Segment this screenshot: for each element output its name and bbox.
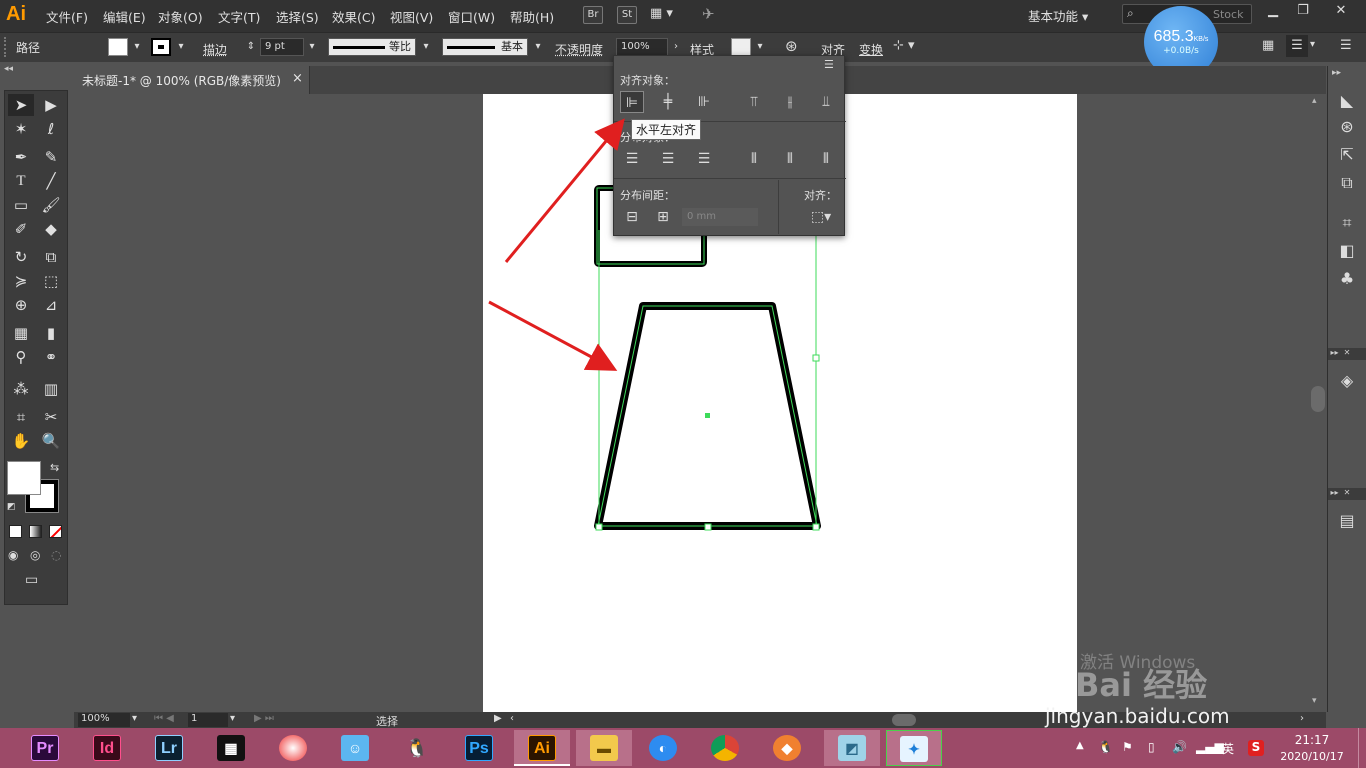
taskbar-chat-app[interactable]: ☺ xyxy=(330,730,380,766)
photoshop-icon: Ps xyxy=(465,735,493,761)
bird-icon: ✦ xyxy=(900,736,928,762)
baidu-watermark: Bai 经验 xyxy=(1075,666,1208,704)
transparency-icon[interactable]: ⧉ xyxy=(1336,172,1358,194)
first-artboard-icon[interactable]: ⏮ ◀ xyxy=(154,713,174,724)
tray-flag-icon[interactable]: ⚑ xyxy=(1122,740,1133,754)
appearance-icon[interactable]: ⊛ xyxy=(1336,116,1358,138)
premiere-icon: Pr xyxy=(31,735,59,761)
panel-group-header-2[interactable]: ▸▸ ✕ xyxy=(1328,488,1366,500)
tray-qq-icon[interactable]: 🐧 xyxy=(1098,740,1113,754)
scroll-right-icon[interactable]: › xyxy=(1300,713,1304,724)
taskbar-browser-360[interactable] xyxy=(268,730,318,766)
windows-taskbar: Pr Id Lr ▦ ☺ 🐧 Ps Ai ▬ ◐ ◆ ◩ ✦ ▲ 🐧 ⚑ ▯ 🔊… xyxy=(0,728,1366,768)
tray-volume-icon[interactable]: 🔊 xyxy=(1172,740,1187,754)
taskbar-qq[interactable]: 🐧 xyxy=(392,730,442,766)
indesign-icon: Id xyxy=(93,735,121,761)
chrome-icon xyxy=(711,735,739,761)
folder-icon: ▬ xyxy=(590,735,618,761)
taskbar-lightroom[interactable]: Lr xyxy=(144,730,194,766)
baidu-url-watermark: jingyan.baidu.com xyxy=(1045,704,1230,728)
taskbar-illustrator[interactable]: Ai xyxy=(514,730,570,766)
tray-expand-icon[interactable]: ▲ xyxy=(1076,740,1084,751)
links-icon[interactable]: ⇱ xyxy=(1336,144,1358,166)
clock-time[interactable]: 21:17 xyxy=(1282,733,1342,747)
taskbar-screenshot-app[interactable]: ✦ xyxy=(886,730,942,766)
horizontal-scroll-thumb[interactable] xyxy=(892,714,916,726)
search-app-icon: ◐ xyxy=(649,735,677,761)
zoom-dropdown-icon[interactable]: ▾ xyxy=(132,713,137,724)
qq-icon: 🐧 xyxy=(405,738,429,758)
chat-app-icon: ☺ xyxy=(341,735,369,761)
layers-icon[interactable]: ◈ xyxy=(1336,370,1358,392)
show-desktop-button[interactable] xyxy=(1358,728,1366,768)
scroll-left-icon[interactable]: ‹ xyxy=(510,713,514,724)
notes-app-icon: ◩ xyxy=(838,735,866,761)
panel-group-header[interactable]: ▸▸ ✕ xyxy=(1328,348,1366,360)
arrow-to-align-button xyxy=(504,118,625,263)
zoom-field[interactable]: 100% xyxy=(78,713,130,727)
taskbar-search-app[interactable]: ◐ xyxy=(638,730,688,766)
artboard-number-field[interactable]: 1 xyxy=(188,713,228,727)
pathfinder-icon[interactable]: ◧ xyxy=(1336,240,1358,262)
taskbar-premiere[interactable]: Pr xyxy=(20,730,70,766)
taskbar-notes-app[interactable]: ◩ xyxy=(824,730,880,766)
taskbar-file-explorer[interactable]: ▬ xyxy=(576,730,632,766)
illustrator-icon: Ai xyxy=(528,735,556,761)
current-tool-label: 选择 xyxy=(376,715,398,728)
clock-date[interactable]: 2020/10/17 xyxy=(1276,750,1348,763)
taskbar-indesign[interactable]: Id xyxy=(82,730,132,766)
taskbar-video-editor[interactable]: ▦ xyxy=(206,730,256,766)
color-guide-icon[interactable]: ◣ xyxy=(1336,90,1358,112)
ime-indicator[interactable]: 英 xyxy=(1222,740,1234,757)
sogou-ime-icon[interactable]: S xyxy=(1248,740,1264,756)
status-menu-icon[interactable]: ▶ xyxy=(494,713,502,724)
taskbar-photoshop[interactable]: Ps xyxy=(454,730,504,766)
lightroom-icon: Lr xyxy=(155,735,183,761)
taskbar-media-player[interactable]: ◆ xyxy=(762,730,812,766)
app-360-icon xyxy=(279,735,307,761)
tray-network-icon[interactable]: ▂▄▆ xyxy=(1196,740,1224,754)
taskbar-chrome[interactable] xyxy=(700,730,750,766)
next-artboard-icon[interactable]: ▶ ⏭ xyxy=(254,713,274,724)
gradient-panel-icon[interactable]: ▤ xyxy=(1336,510,1358,532)
tray-battery-icon[interactable]: ▯ xyxy=(1148,740,1155,754)
right-panel-dock: ▸▸ ◣ ⊛ ⇱ ⧉ ⌗ ◧ ♣ ▸▸ ✕ ◈ ▸▸ ✕ ▤ xyxy=(1327,66,1366,712)
transform-panel-icon[interactable]: ⌗ xyxy=(1336,212,1358,234)
film-strip-icon: ▦ xyxy=(217,735,245,761)
artboard-dropdown-icon[interactable]: ▾ xyxy=(230,713,235,724)
expand-panels-icon[interactable]: ▸▸ xyxy=(1332,68,1341,78)
media-player-icon: ◆ xyxy=(773,735,801,761)
arrow-to-trapezoid xyxy=(488,300,618,371)
symbols-icon[interactable]: ♣ xyxy=(1336,268,1358,290)
